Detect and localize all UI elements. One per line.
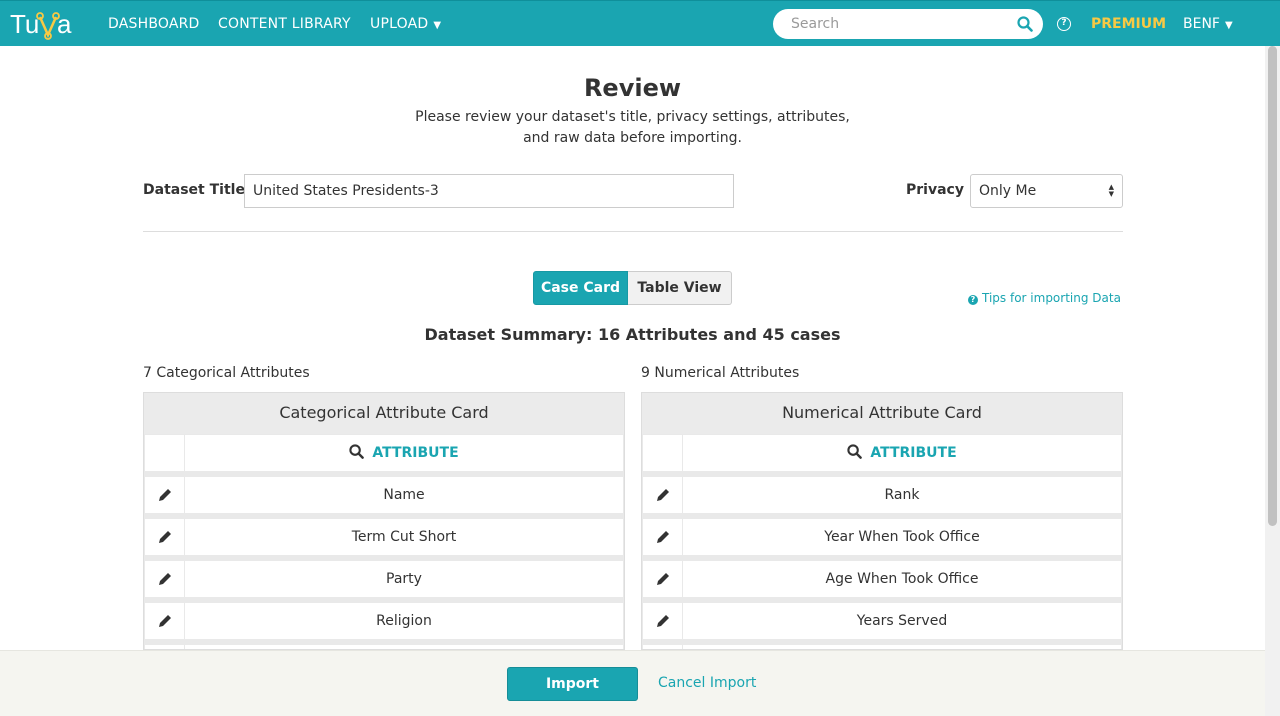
numerical-count-label: 9 Numerical Attributes	[641, 365, 800, 381]
tips-link-label: Tips for importing Data	[982, 291, 1121, 305]
tips-link[interactable]: ? Tips for importing Data	[968, 291, 1121, 305]
pencil-icon[interactable]	[157, 529, 173, 545]
attribute-row: Years Served	[642, 603, 1122, 639]
pencil-icon[interactable]	[157, 613, 173, 629]
pencil-icon[interactable]	[655, 529, 671, 545]
attribute-column-header[interactable]: ATTRIBUTE	[870, 445, 956, 461]
attribute-name: Years Served	[683, 603, 1121, 639]
attribute-name: Name	[185, 477, 623, 513]
case-card-toggle[interactable]: Case Card	[533, 271, 628, 305]
page-subtitle: Please review your dataset's title, priv…	[380, 107, 885, 149]
dataset-summary: Dataset Summary: 16 Attributes and 45 ca…	[424, 325, 841, 344]
svg-text:Tu: Tu	[10, 9, 39, 39]
search-icon[interactable]	[1017, 16, 1033, 32]
cancel-import-link[interactable]: Cancel Import	[658, 675, 756, 691]
attribute-name: Religion	[185, 603, 623, 639]
page-scrollbar[interactable]	[1265, 46, 1280, 716]
privacy-label: Privacy	[906, 182, 964, 198]
privacy-selected-value: Only Me	[979, 183, 1037, 199]
nav-content-library[interactable]: CONTENT LIBRARY	[218, 16, 351, 32]
attribute-row: Year When Took Office	[642, 519, 1122, 555]
pencil-icon[interactable]	[157, 571, 173, 587]
page-title: Review	[583, 74, 682, 102]
caret-down-icon: ▼	[1224, 20, 1233, 31]
attribute-row: Rank	[642, 477, 1122, 513]
attribute-row: Term Cut Short	[144, 519, 624, 555]
search-box	[773, 9, 1043, 39]
top-navbar: Tu a DASHBOARD CONTENT LIBRARY UPLOAD ▼ ?…	[0, 0, 1280, 46]
scrollbar-thumb[interactable]	[1268, 46, 1277, 526]
help-icon[interactable]: ?	[1057, 17, 1071, 31]
attribute-name: Year When Took Office	[683, 519, 1121, 555]
attribute-name: Term Cut Short	[185, 519, 623, 555]
attribute-row: Religion	[144, 603, 624, 639]
attribute-name: Party	[185, 561, 623, 597]
attribute-row: Name	[144, 477, 624, 513]
dataset-title-input[interactable]	[244, 174, 734, 208]
subtitle-line-2: and raw data before importing.	[523, 130, 742, 146]
card-title: Categorical Attribute Card	[144, 393, 624, 434]
dataset-title-label: Dataset Title	[143, 182, 245, 198]
attribute-header-row: ATTRIBUTE	[144, 435, 624, 471]
user-menu[interactable]: BENF ▼	[1183, 16, 1233, 32]
premium-link[interactable]: PREMIUM	[1091, 16, 1166, 32]
import-footer: Import Cancel Import	[0, 650, 1265, 716]
search-icon[interactable]	[349, 444, 365, 459]
tuva-logo[interactable]: Tu a	[10, 7, 76, 41]
categorical-count-label: 7 Categorical Attributes	[143, 365, 310, 381]
card-title: Numerical Attribute Card	[642, 393, 1122, 434]
import-button[interactable]: Import	[507, 667, 638, 701]
divider	[143, 231, 1123, 232]
attribute-column-header[interactable]: ATTRIBUTE	[372, 445, 458, 461]
attribute-row: Party	[144, 561, 624, 597]
search-icon[interactable]	[847, 444, 863, 459]
attribute-header-row: ATTRIBUTE	[642, 435, 1122, 471]
pencil-icon[interactable]	[157, 487, 173, 503]
svg-text:a: a	[57, 9, 72, 39]
attribute-row: Age When Took Office	[642, 561, 1122, 597]
nav-dashboard[interactable]: DASHBOARD	[108, 16, 200, 32]
pencil-icon[interactable]	[655, 571, 671, 587]
pencil-icon[interactable]	[655, 613, 671, 629]
pencil-icon[interactable]	[655, 487, 671, 503]
nav-upload[interactable]: UPLOAD ▼	[370, 16, 441, 32]
select-arrows-icon: ▲ ▼	[1108, 183, 1114, 198]
categorical-attribute-card: Categorical Attribute Card ATTRIBUTE Nam…	[143, 392, 625, 650]
subtitle-line-1: Please review your dataset's title, priv…	[415, 109, 850, 125]
table-view-toggle[interactable]: Table View	[628, 271, 732, 305]
attribute-name: Rank	[683, 477, 1121, 513]
search-input[interactable]	[791, 16, 1011, 32]
caret-down-icon: ▼	[433, 20, 442, 31]
numerical-attribute-card: Numerical Attribute Card ATTRIBUTE Rank …	[641, 392, 1123, 650]
user-name: BENF	[1183, 16, 1220, 32]
attribute-name: Age When Took Office	[683, 561, 1121, 597]
question-circle-icon: ?	[968, 295, 978, 305]
privacy-select[interactable]: Only Me ▲ ▼	[970, 174, 1123, 208]
nav-upload-label: UPLOAD	[370, 16, 429, 32]
